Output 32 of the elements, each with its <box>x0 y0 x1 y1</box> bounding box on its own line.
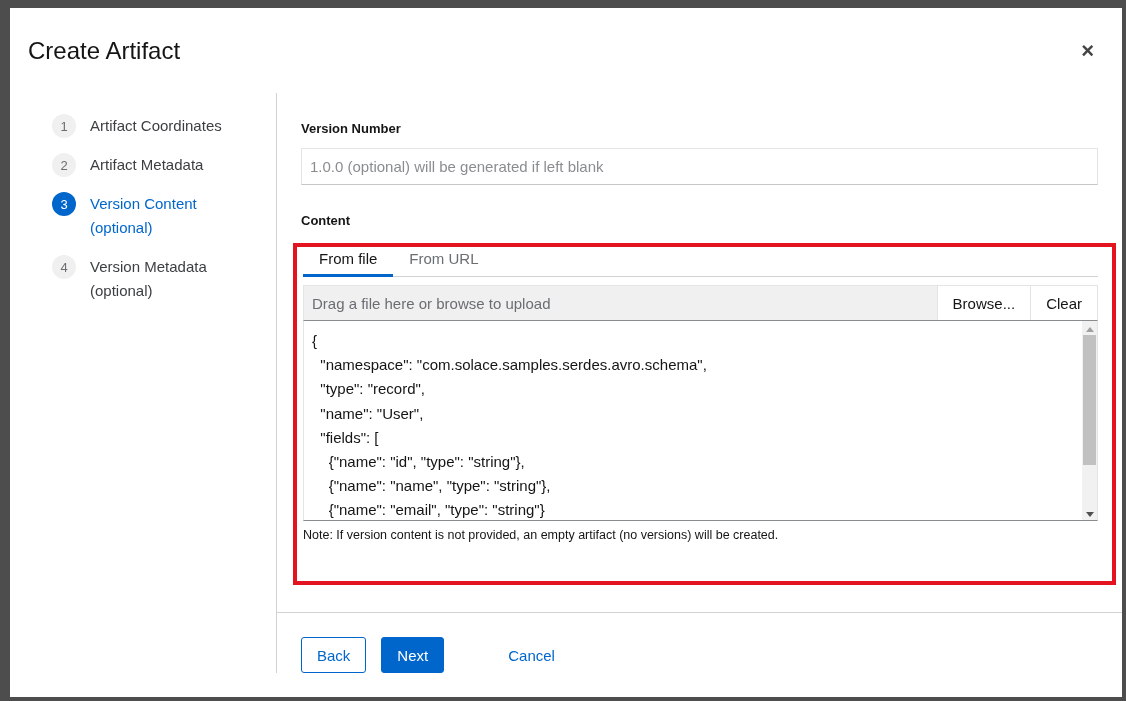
code-line: { <box>312 331 318 351</box>
content-text-area[interactable] <box>303 321 1098 521</box>
field-label: Version Number <box>301 121 402 136</box>
step-number: 4 <box>52 255 76 279</box>
helper-text: Note: If version content is not provided, an empty artifact (no versions) will be created. <box>303 528 780 542</box>
tab[interactable]: From file <box>303 247 394 277</box>
scroll-up-icon[interactable] <box>1085 327 1094 332</box>
code-line: "name": "User", <box>319 403 425 424</box>
scrollbar-thumb[interactable] <box>1083 335 1096 465</box>
field-label: Content <box>301 213 352 228</box>
wizard-step-link[interactable]: Artifact Coordinates <box>90 114 240 138</box>
next-button[interactable]: Next <box>381 637 445 673</box>
scroll-down-icon[interactable] <box>1085 512 1094 517</box>
code-line: "namespace": "com.solace.samples.serdes.avro.schema", <box>319 355 708 376</box>
wizard-step-link[interactable]: Version Metadata (optional) <box>90 255 240 303</box>
wizard-step-link[interactable]: Artifact Metadata <box>90 153 240 177</box>
step-number: 2 <box>52 153 76 177</box>
code-line: "fields": [ <box>319 427 380 448</box>
code-line: {"name": "id", "type": "string"}, <box>327 452 526 472</box>
code-line: "type": "record", <box>319 379 426 400</box>
back-button[interactable]: Back <box>301 637 367 673</box>
close-button[interactable]: × <box>1077 38 1098 64</box>
cancel-link[interactable]: Cancel <box>508 646 555 664</box>
version-number-field[interactable]: 1.0.0 (optional) will be generated if left blank <box>301 148 1098 185</box>
scrollbar[interactable] <box>1082 321 1097 520</box>
wizard-step-link[interactable]: Version Content (optional) <box>90 192 240 240</box>
tab[interactable]: From URL <box>393 247 495 277</box>
step-number: 1 <box>52 114 76 138</box>
code-line: {"name": "name", "type": "string"}, <box>327 476 552 497</box>
dialog-title: Create Artifact <box>28 37 181 65</box>
code-line: {"name": "email", "type": "string"} <box>327 500 546 520</box>
step-number: 3 <box>52 192 76 216</box>
